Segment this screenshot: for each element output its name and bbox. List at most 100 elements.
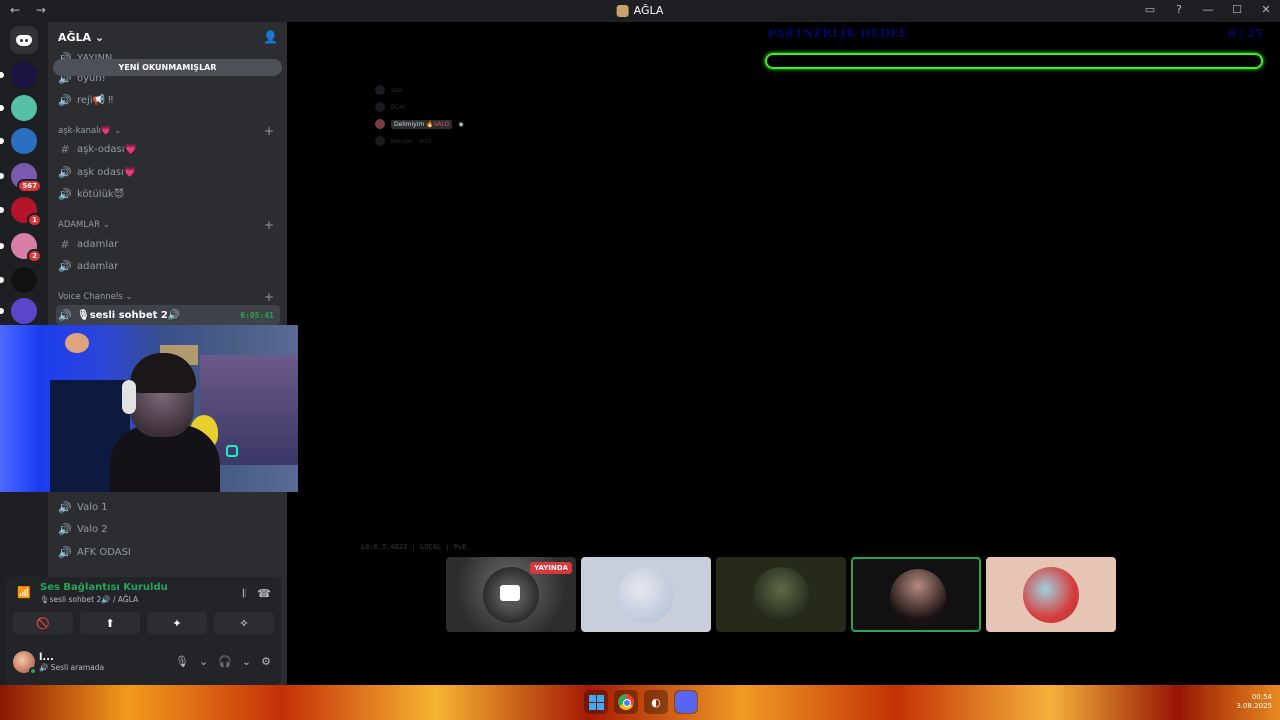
- chevron-down-icon[interactable]: ⌄: [242, 655, 251, 668]
- add-channel-icon[interactable]: +: [264, 290, 274, 304]
- live-badge: YAYINDA: [530, 562, 572, 574]
- window-titlebar: ← → AĞLA ▭ ? — ☐ ✕: [0, 0, 1280, 22]
- channel-label: Valo 1: [77, 501, 108, 513]
- avatar: [375, 136, 385, 146]
- inbox-icon[interactable]: ▭: [1142, 3, 1158, 16]
- member-name-text: Delimiyim: [394, 120, 425, 128]
- channel-label: 🎙sesli sohbet 2🔊: [77, 309, 181, 321]
- avatar: [1023, 567, 1079, 623]
- guild-icon[interactable]: 1: [0, 197, 42, 227]
- speaker-icon: 🔊: [58, 308, 72, 322]
- microphone-icon[interactable]: 🎙: [175, 655, 189, 668]
- category-adamlar[interactable]: ADAMLAR ⌄ +: [58, 218, 276, 232]
- webcam-overlay: [0, 325, 298, 492]
- server-name: AĞLA ⌄: [58, 30, 105, 44]
- add-channel-icon[interactable]: +: [264, 124, 274, 138]
- active-voice-channel[interactable]: 🔊 🎙sesli sohbet 2🔊 6:05:41: [56, 305, 280, 325]
- category-ask[interactable]: aşk-kanalı💗 ⌄ +: [58, 124, 276, 138]
- invite-people-icon[interactable]: 👤: [263, 30, 278, 44]
- soundboard-button[interactable]: ✧: [214, 612, 274, 634]
- unread-pip: [0, 105, 4, 111]
- category-voice[interactable]: Voice Channels ⌄ +: [58, 290, 276, 304]
- channel-item[interactable]: # aşk-odası💗: [56, 139, 280, 159]
- activities-button[interactable]: ✦: [147, 612, 207, 634]
- channel-item[interactable]: # adamlar: [56, 234, 280, 254]
- channel-label: kötülük😈: [77, 188, 125, 200]
- unread-pip: [0, 72, 4, 78]
- stream-tile[interactable]: YAYINDA: [446, 557, 576, 632]
- signal-icon[interactable]: 📶: [17, 586, 31, 599]
- back-forward-nav[interactable]: ← →: [10, 3, 52, 17]
- system-tray[interactable]: 00:54 3.08.2025: [1236, 693, 1272, 711]
- minimize-button[interactable]: —: [1200, 3, 1216, 16]
- maximize-button[interactable]: ☐: [1229, 3, 1245, 16]
- window-controls: ▭ ? — ☐ ✕: [1142, 3, 1274, 16]
- channel-item[interactable]: 🔊 Valo 2: [56, 519, 280, 539]
- chrome-app[interactable]: [614, 690, 638, 714]
- voice-channel-path[interactable]: 🎙sesli sohbet 2🔊 / AĞLA: [40, 595, 138, 604]
- guild-icon[interactable]: [0, 62, 37, 88]
- channel-label: adamlar: [77, 238, 119, 250]
- channel-item[interactable]: 🔊 adamlar: [56, 256, 280, 276]
- mention-badge: 1: [27, 213, 42, 227]
- channel-item[interactable]: 🔊 AFK ODASI: [56, 542, 280, 562]
- guild-icon[interactable]: 2: [0, 233, 42, 263]
- channel-label: adamlar: [77, 260, 119, 272]
- partner-goal-count: 0 / 25: [1228, 27, 1263, 40]
- add-channel-icon[interactable]: +: [264, 218, 274, 232]
- username[interactable]: l...: [39, 652, 54, 663]
- channel-label: AFK ODASI: [77, 546, 131, 558]
- channel-item[interactable]: 🔊 kötülük😈: [56, 184, 280, 204]
- guild-icon[interactable]: 567: [0, 163, 42, 193]
- camera-off-button[interactable]: 🚫: [13, 612, 73, 634]
- user-tile-3[interactable]: [716, 557, 846, 632]
- list-item: bensen #10: [375, 136, 432, 146]
- voice-action-buttons: 🚫 ⬆ ✦ ✧: [13, 612, 274, 634]
- guild-icon[interactable]: [0, 267, 37, 293]
- discord-icon: [675, 691, 697, 713]
- speaker-icon: 🔊: [58, 522, 72, 536]
- help-icon[interactable]: ?: [1171, 3, 1187, 16]
- user-controls: 🎙 ⌄ 🎧 ⌄ ⚙: [175, 655, 271, 668]
- guild-icon[interactable]: [0, 95, 37, 121]
- member-name: ada: [391, 86, 403, 94]
- channel-item[interactable]: 🔊 reji📢 ‼: [56, 90, 280, 110]
- screen-share-button[interactable]: ⬆: [80, 612, 140, 634]
- voice-status[interactable]: Ses Bağlantısı Kuruldu: [40, 582, 168, 593]
- app-3[interactable]: ◐: [644, 690, 668, 714]
- user-tile-5[interactable]: [986, 557, 1116, 632]
- noise-suppression-icon[interactable]: 𝄃: [243, 587, 245, 601]
- avatar: [753, 567, 809, 623]
- headphones-icon[interactable]: 🎧: [218, 655, 232, 668]
- user-tile-2[interactable]: [581, 557, 711, 632]
- member-tag: 🔥VALO: [426, 120, 450, 128]
- start-button[interactable]: [584, 690, 608, 714]
- guild-icon[interactable]: [0, 128, 37, 154]
- member-name: BOAI: [391, 103, 406, 111]
- avatar[interactable]: [13, 651, 37, 675]
- mention-badge: 2: [27, 249, 42, 263]
- list-item: ada: [375, 85, 402, 95]
- headphones: [122, 380, 136, 414]
- channel-item[interactable]: 🔊 aşk odası💗: [56, 162, 280, 182]
- close-button[interactable]: ✕: [1258, 3, 1274, 16]
- gear-icon[interactable]: ⚙: [261, 655, 271, 668]
- unread-pip: [0, 277, 4, 283]
- call-timer: 6:05:41: [240, 310, 274, 320]
- chevron-down-icon[interactable]: ⌄: [199, 655, 208, 668]
- channel-item[interactable]: 🔊 Valo 1: [56, 497, 280, 517]
- discord-app[interactable]: [674, 690, 698, 714]
- guild-icon[interactable]: [0, 298, 37, 324]
- partner-goal-progress-bar: [765, 53, 1263, 69]
- speaker-icon: 🔊: [58, 500, 72, 514]
- speaker-icon: 🔊: [58, 187, 72, 201]
- member-tag: #10: [418, 137, 432, 145]
- rgb-light: [226, 445, 238, 457]
- blue-light: [0, 325, 40, 492]
- discord-home-button[interactable]: [10, 26, 38, 54]
- disconnect-icon[interactable]: ☎: [257, 587, 271, 601]
- discord-logo-icon: [16, 34, 32, 46]
- app-icon: ◐: [651, 695, 661, 709]
- new-unreads-pill[interactable]: YENİ OKUNMAMIŞLAR: [53, 59, 282, 76]
- user-tile-4[interactable]: [851, 557, 981, 632]
